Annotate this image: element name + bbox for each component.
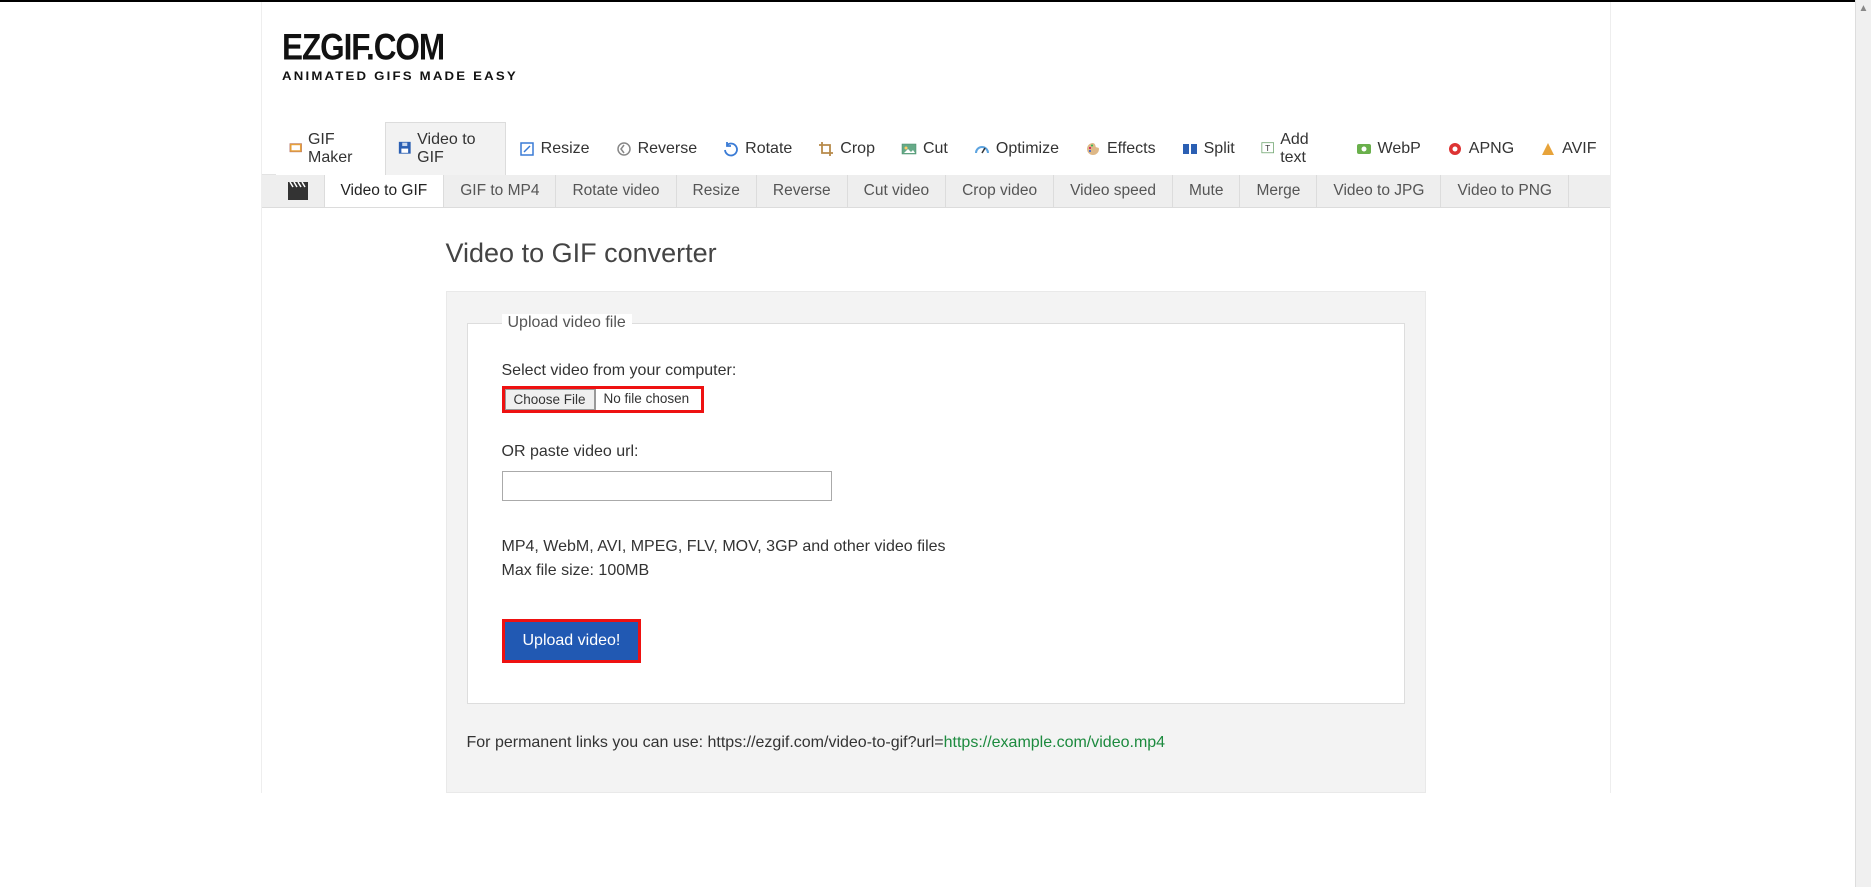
nav-add-text[interactable]: T Add text <box>1248 122 1343 175</box>
film-icon <box>289 141 302 157</box>
nav-label: Reverse <box>638 140 698 158</box>
nav-webp[interactable]: WebP <box>1343 122 1434 175</box>
nav-resize[interactable]: Resize <box>506 122 603 175</box>
sub-video-speed[interactable]: Video speed <box>1054 175 1173 207</box>
rotate-icon <box>723 141 739 157</box>
or-paste-label: OR paste video url: <box>502 443 1370 461</box>
nav-label: Optimize <box>996 140 1059 158</box>
nav-video-to-gif[interactable]: Video to GIF <box>385 122 506 175</box>
nav-label: AVIF <box>1562 140 1596 158</box>
gauge-icon <box>974 141 990 157</box>
nav-cut[interactable]: Cut <box>888 122 961 175</box>
logo-subtitle: ANIMATED GIFS MADE EASY <box>282 69 1732 83</box>
upload-button-highlight: Upload video! <box>502 619 642 663</box>
text-icon: T <box>1261 141 1274 157</box>
nav-label: Video to GIF <box>417 131 493 167</box>
reverse-icon <box>616 141 632 157</box>
nav-label: GIF Maker <box>308 131 372 167</box>
sub-mute[interactable]: Mute <box>1173 175 1240 207</box>
upload-fieldset: Upload video file Select video from your… <box>467 314 1405 704</box>
nav-split[interactable]: Split <box>1169 122 1248 175</box>
permalink-prefix: For permanent links you can use: https:/… <box>467 734 944 751</box>
nav-label: WebP <box>1378 140 1421 158</box>
file-chosen-status: No file chosen <box>595 389 702 410</box>
nav-label: APNG <box>1469 140 1514 158</box>
nav-rotate[interactable]: Rotate <box>710 122 805 175</box>
nav-secondary: Video to GIF GIF to MP4 Rotate video Res… <box>262 175 1610 208</box>
help-text: MP4, WebM, AVI, MPEG, FLV, MOV, 3GP and … <box>502 535 1370 583</box>
sub-cut-video[interactable]: Cut video <box>848 175 946 207</box>
clapboard-icon <box>276 175 325 207</box>
picture-icon <box>901 141 917 157</box>
page-title: Video to GIF converter <box>446 238 1426 269</box>
maxsize-help: Max file size: 100MB <box>502 559 1370 583</box>
nav-label: Resize <box>541 140 590 158</box>
select-file-label: Select video from your computer: <box>502 362 1370 380</box>
nav-label: Crop <box>840 140 875 158</box>
formats-help: MP4, WebM, AVI, MPEG, FLV, MOV, 3GP and … <box>502 535 1370 559</box>
file-chooser[interactable]: Choose File No file chosen <box>502 386 705 413</box>
avif-icon <box>1540 141 1556 157</box>
nav-label: Split <box>1204 140 1235 158</box>
sub-merge[interactable]: Merge <box>1240 175 1317 207</box>
nav-label: Rotate <box>745 140 792 158</box>
nav-gif-maker[interactable]: GIF Maker <box>276 122 385 175</box>
sub-video-to-gif[interactable]: Video to GIF <box>325 175 445 207</box>
nav-label: Add text <box>1280 131 1329 167</box>
upload-panel: Upload video file Select video from your… <box>446 291 1426 793</box>
resize-icon <box>519 141 535 157</box>
nav-label: Effects <box>1107 140 1156 158</box>
nav-optimize[interactable]: Optimize <box>961 122 1072 175</box>
disk-icon <box>398 141 412 157</box>
upload-video-button[interactable]: Upload video! <box>505 622 639 660</box>
sub-video-to-png[interactable]: Video to PNG <box>1441 175 1569 207</box>
sub-reverse[interactable]: Reverse <box>757 175 848 207</box>
nav-reverse[interactable]: Reverse <box>603 122 711 175</box>
nav-avif[interactable]: AVIF <box>1527 122 1609 175</box>
video-url-input[interactable] <box>502 471 832 501</box>
sub-rotate-video[interactable]: Rotate video <box>556 175 676 207</box>
svg-text:T: T <box>1265 143 1270 153</box>
upload-legend: Upload video file <box>502 314 632 332</box>
sub-crop-video[interactable]: Crop video <box>946 175 1054 207</box>
sub-gif-to-mp4[interactable]: GIF to MP4 <box>444 175 556 207</box>
logo[interactable]: EZGIF.COM ANIMATED GIFS MADE EASY <box>262 27 1610 93</box>
sub-video-to-jpg[interactable]: Video to JPG <box>1317 175 1441 207</box>
choose-file-button[interactable]: Choose File <box>505 389 595 410</box>
permalink-example-link[interactable]: https://example.com/video.mp4 <box>944 734 1165 751</box>
nav-label: Cut <box>923 140 948 158</box>
main-content: Video to GIF converter Upload video file… <box>446 208 1426 793</box>
nav-crop[interactable]: Crop <box>805 122 888 175</box>
scrollbar-track[interactable]: ▲ <box>1855 0 1871 887</box>
nav-primary: GIF Maker Video to GIF Resize Reverse Ro… <box>262 121 1610 175</box>
nav-effects[interactable]: Effects <box>1072 122 1169 175</box>
nav-apng[interactable]: APNG <box>1434 122 1527 175</box>
crop-icon <box>818 141 834 157</box>
logo-title: EZGIF.COM <box>282 27 1666 70</box>
permalink-hint: For permanent links you can use: https:/… <box>467 734 1405 752</box>
webp-icon <box>1356 141 1372 157</box>
scroll-up-arrow-icon[interactable]: ▲ <box>1856 0 1871 16</box>
palette-icon <box>1085 141 1101 157</box>
sub-resize[interactable]: Resize <box>677 175 757 207</box>
split-icon <box>1182 141 1198 157</box>
apng-icon <box>1447 141 1463 157</box>
